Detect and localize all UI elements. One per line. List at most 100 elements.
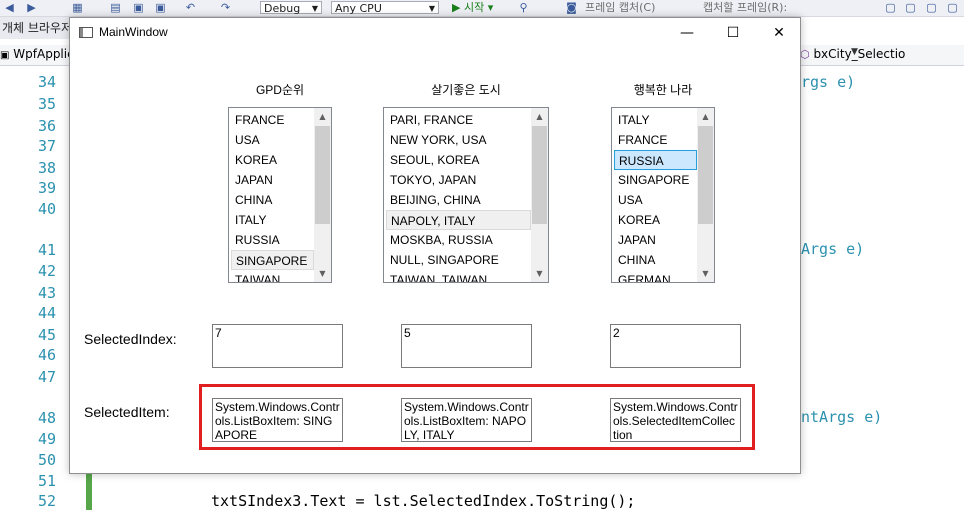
- scroll-down-icon[interactable]: ▼: [531, 265, 548, 282]
- save-all-icon[interactable]: ▣: [155, 2, 166, 13]
- toolbar-icon-d[interactable]: ▢: [947, 2, 958, 13]
- line-number: 45: [37, 326, 56, 344]
- list-item[interactable]: SINGAPORE: [614, 170, 689, 190]
- code-fragment-2[interactable]: Args e): [801, 240, 864, 258]
- line-number: 46: [37, 346, 56, 364]
- list-item-selected[interactable]: NAPOLY, ITALY: [386, 210, 531, 230]
- attach-icon[interactable]: ⚲: [518, 2, 529, 13]
- list-item[interactable]: ITALY: [614, 110, 650, 130]
- code-line-52[interactable]: txtSIndex3.Text = lst.SelectedIndex.ToSt…: [211, 492, 635, 510]
- list-item[interactable]: CHINA: [231, 190, 272, 210]
- list-item[interactable]: FRANCE: [231, 110, 284, 130]
- list-item[interactable]: ITALY: [231, 210, 267, 230]
- close-button[interactable]: ✕: [756, 18, 802, 48]
- list2-header: 살기좋은 도시: [431, 83, 501, 97]
- vertical-scrollbar[interactable]: ▲ ▼: [531, 108, 548, 282]
- line-number: 43: [37, 284, 56, 302]
- list-item[interactable]: TOKYO, JAPAN: [386, 170, 476, 190]
- line-number: 42: [37, 262, 56, 280]
- camera-icon[interactable]: ◙: [566, 2, 577, 13]
- window-icon: [79, 27, 93, 38]
- list-item[interactable]: NEW YORK, USA: [386, 130, 486, 150]
- chevron-down-icon: ▼: [311, 4, 318, 13]
- list-item[interactable]: SEOUL, KOREA: [386, 150, 479, 170]
- title-bar[interactable]: MainWindow — ☐ ✕: [70, 18, 800, 48]
- undo-icon[interactable]: ↶: [185, 2, 196, 13]
- object-browser-tab[interactable]: 개체 브라우저: [0, 17, 70, 39]
- scroll-down-icon[interactable]: ▼: [314, 265, 331, 282]
- line-number: 52: [37, 492, 56, 510]
- line-number: 51: [37, 472, 56, 490]
- minimize-button[interactable]: —: [664, 18, 710, 48]
- line-number: 49: [37, 430, 56, 448]
- list-item[interactable]: CHINA: [614, 250, 655, 270]
- scroll-up-icon[interactable]: ▲: [314, 108, 331, 125]
- list-item[interactable]: JAPAN: [231, 170, 273, 190]
- start-button[interactable]: ▶ 시작 ▾: [452, 1, 493, 14]
- vertical-scrollbar[interactable]: ▲ ▼: [314, 108, 331, 282]
- list-item[interactable]: KOREA: [614, 210, 660, 230]
- list-item[interactable]: TAIWAN, TAIWAN: [386, 270, 487, 282]
- config-value: Debug: [264, 2, 301, 15]
- config-dropdown[interactable]: Debug ▼: [260, 1, 322, 15]
- list-item[interactable]: TAIWAN: [231, 270, 280, 282]
- selected-index-textbox-2[interactable]: 5: [401, 324, 532, 368]
- member-name: bxCity_Selectio: [813, 47, 906, 61]
- selected-index-textbox-3[interactable]: 2: [610, 324, 741, 368]
- toolbar-icon-b[interactable]: ▢: [905, 2, 916, 13]
- line-number: 44: [37, 304, 56, 322]
- happy-country-listbox[interactable]: ITALY FRANCE RUSSIA SINGAPORE USA KOREA …: [611, 107, 715, 283]
- forward-icon[interactable]: ▶: [26, 2, 37, 13]
- code-fragment-3[interactable]: ntArgs e): [801, 408, 882, 426]
- scroll-thumb[interactable]: [532, 126, 547, 224]
- platform-dropdown[interactable]: Any CPU ▼: [331, 1, 439, 15]
- highlight-box: [199, 384, 755, 450]
- maximize-button[interactable]: ☐: [710, 18, 756, 48]
- toolbar-icon-a[interactable]: ▢: [885, 2, 896, 13]
- list-item[interactable]: USA: [231, 130, 260, 150]
- line-number-gutter: 34 35 36 37 38 39 40 41 42 43 44 45 46 47 48 49 50 51 52: [0, 66, 62, 510]
- list-item[interactable]: JAPAN: [614, 230, 656, 250]
- csharp-icon: ▣: [0, 50, 10, 61]
- line-number: 41: [37, 241, 56, 259]
- list-item[interactable]: BEIJING, CHINA: [386, 190, 481, 210]
- project-dropdown[interactable]: ▣ WpfApplic: [0, 46, 70, 63]
- back-icon[interactable]: ◀: [4, 2, 15, 13]
- frame-capture-button[interactable]: 프레임 캡처(C): [585, 1, 655, 14]
- scroll-thumb[interactable]: [698, 126, 713, 224]
- list-item[interactable]: MOSKBA, RUSSIA: [386, 230, 493, 250]
- gdp-rank-listbox[interactable]: FRANCE USA KOREA JAPAN CHINA ITALY RUSSI…: [228, 107, 332, 283]
- list-item-selected[interactable]: SINGAPORE: [231, 250, 314, 270]
- scroll-up-icon[interactable]: ▲: [531, 108, 548, 125]
- line-number: 36: [37, 117, 56, 135]
- list-item[interactable]: USA: [614, 190, 643, 210]
- code-fragment-1[interactable]: rgs e): [801, 73, 855, 91]
- list-item[interactable]: RUSSIA: [231, 230, 280, 250]
- save-icon[interactable]: ▣: [133, 2, 144, 13]
- list-item[interactable]: NULL, SINGAPORE: [386, 250, 499, 270]
- vertical-scrollbar[interactable]: ▲ ▼: [697, 108, 714, 282]
- line-number: 48: [37, 409, 56, 427]
- list-item[interactable]: GERMAN: [614, 270, 671, 282]
- redo-icon[interactable]: ↷: [220, 2, 231, 13]
- list3-header: 행복한 나라: [633, 83, 693, 97]
- method-icon: ⬡: [800, 48, 810, 61]
- vs-toolbar: ◀ ▶ ▦ ▤ ▣ ▣ ↶ ↷ Debug ▼ Any CPU ▼ ▶ 시작 ▾…: [0, 0, 964, 17]
- list-item[interactable]: KOREA: [231, 150, 277, 170]
- new-project-icon[interactable]: ▦: [72, 2, 83, 13]
- change-tracking-bar: [86, 470, 92, 510]
- scroll-up-icon[interactable]: ▲: [697, 108, 714, 125]
- selected-index-label: SelectedIndex:: [84, 331, 177, 347]
- open-file-icon[interactable]: ▤: [110, 2, 121, 13]
- list-item[interactable]: PARI, FRANCE: [386, 110, 473, 130]
- member-dropdown[interactable]: ⬡ bxCity_Selectio: [800, 46, 964, 63]
- livable-city-listbox[interactable]: PARI, FRANCE NEW YORK, USA SEOUL, KOREA …: [383, 107, 549, 283]
- toolbar-icon-c[interactable]: ▢: [926, 2, 937, 13]
- line-number: 37: [37, 137, 56, 155]
- selected-index-textbox-1[interactable]: 7: [212, 324, 343, 368]
- list-item[interactable]: FRANCE: [614, 130, 667, 150]
- scroll-thumb[interactable]: [315, 126, 330, 224]
- scroll-down-icon[interactable]: ▼: [697, 265, 714, 282]
- line-number: 39: [37, 179, 56, 197]
- list-item-selected[interactable]: RUSSIA: [614, 150, 697, 170]
